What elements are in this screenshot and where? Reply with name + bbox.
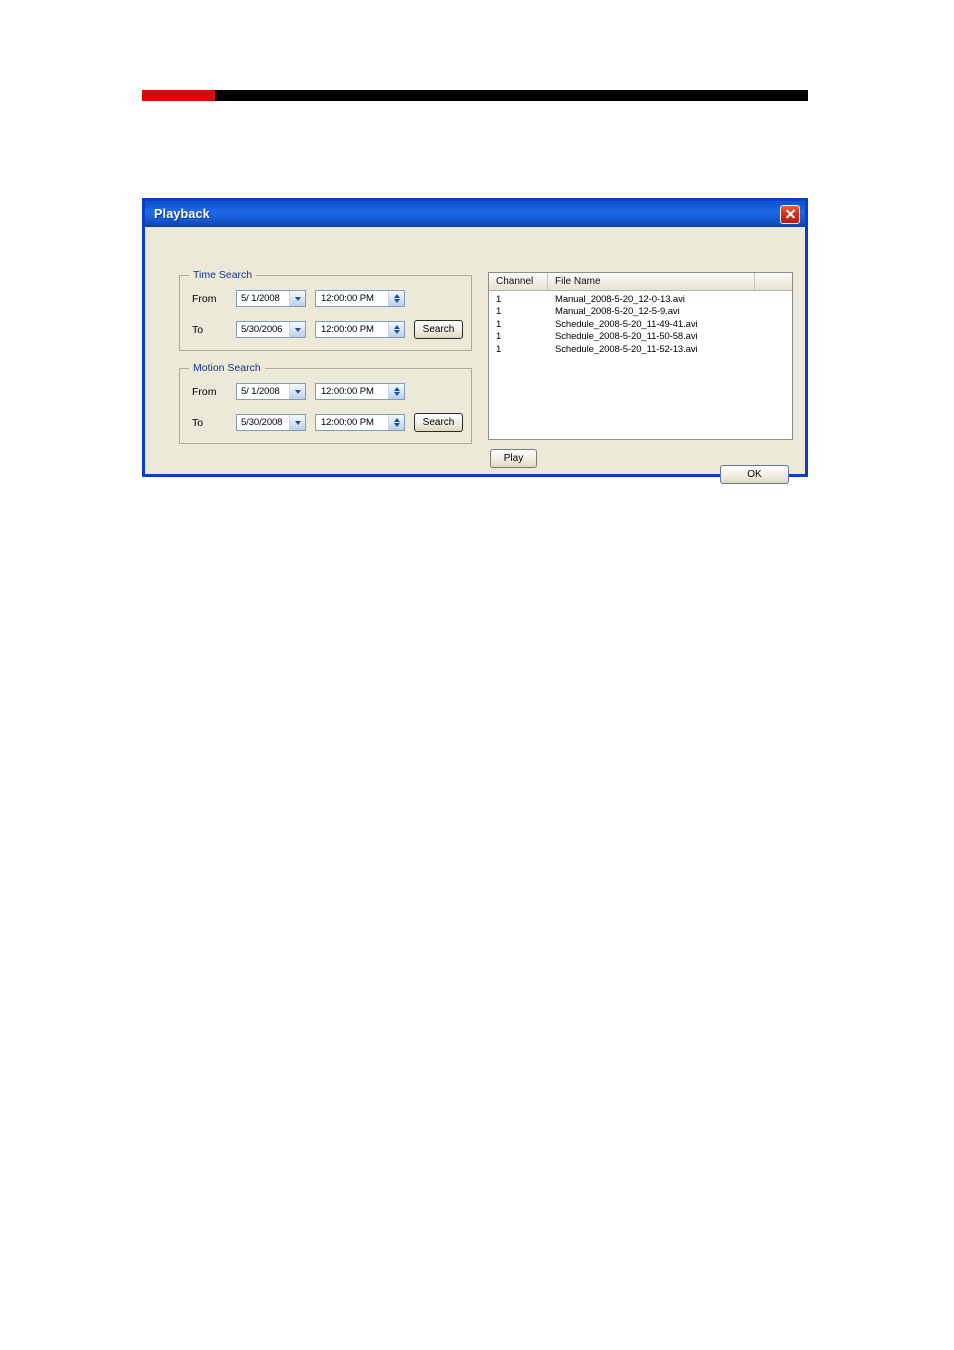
time-search-from-date-combo[interactable]: 5/ 1/2008: [236, 290, 306, 307]
time-search-from-date-value: 5/ 1/2008: [241, 293, 280, 304]
cell-filename: Manual_2008-5-20_12-5-9.avi: [555, 306, 680, 318]
cell-filename: Schedule_2008-5-20_11-52-13.avi: [555, 343, 698, 355]
ok-button[interactable]: OK: [720, 465, 789, 484]
playback-dialog: Playback Time Search From 5/ 1/2008 12:0…: [142, 198, 808, 484]
time-search-to-label: To: [192, 323, 204, 336]
motion-search-from-row: From 5/ 1/2008 12:00:00 PM: [192, 383, 414, 400]
spinner-up-down-icon[interactable]: [388, 291, 404, 306]
file-list-header: Channel File Name: [489, 273, 792, 291]
motion-search-to-label: To: [192, 416, 204, 429]
table-row[interactable]: 1 Schedule_2008-5-20_11-52-13.avi: [489, 343, 792, 356]
motion-search-from-label: From: [192, 385, 217, 398]
spinner-up-down-icon[interactable]: [388, 322, 404, 337]
motion-search-to-date-combo[interactable]: 5/30/2008: [236, 414, 306, 431]
table-row[interactable]: 1 Manual_2008-5-20_12-0-13.avi: [489, 293, 792, 306]
motion-search-from-date-value: 5/ 1/2008: [241, 386, 280, 397]
motion-search-to-row: To 5/30/2008 12:00:00 PM Search: [192, 413, 463, 432]
cell-channel: 1: [496, 318, 502, 330]
motion-search-to-time-value: 12:00:00 PM: [321, 417, 374, 428]
time-search-from-time-value: 12:00:00 PM: [321, 293, 374, 304]
spinner-up-down-icon[interactable]: [388, 415, 404, 430]
header-rule-bar-segment: [215, 90, 808, 101]
cell-channel: 1: [496, 306, 502, 318]
motion-search-group: Motion Search From 5/ 1/2008 12:00:00 PM…: [179, 362, 472, 444]
motion-search-to-time-field[interactable]: 12:00:00 PM: [315, 414, 405, 431]
cell-channel: 1: [496, 343, 502, 355]
spinner-up-down-icon[interactable]: [388, 384, 404, 399]
cell-channel: 1: [496, 331, 502, 343]
column-header-extra[interactable]: [755, 273, 792, 290]
motion-search-from-date-combo[interactable]: 5/ 1/2008: [236, 383, 306, 400]
cell-channel: 1: [496, 293, 502, 305]
cell-filename: Schedule_2008-5-20_11-49-41.avi: [555, 318, 698, 330]
motion-search-from-time-value: 12:00:00 PM: [321, 386, 374, 397]
chevron-down-icon[interactable]: [289, 291, 305, 306]
motion-search-group-label: Motion Search: [189, 362, 265, 374]
time-search-group: Time Search From 5/ 1/2008 12:00:00 PM T…: [179, 269, 472, 351]
motion-search-button[interactable]: Search: [414, 413, 463, 432]
column-header-channel[interactable]: Channel: [489, 273, 548, 290]
dialog-body: Time Search From 5/ 1/2008 12:00:00 PM T…: [145, 227, 805, 484]
table-row[interactable]: 1 Schedule_2008-5-20_11-49-41.avi: [489, 318, 792, 331]
chevron-down-icon[interactable]: [289, 384, 305, 399]
header-rule-accent-segment: [142, 90, 215, 101]
time-search-to-time-field[interactable]: 12:00:00 PM: [315, 321, 405, 338]
page-header-rule: [142, 90, 808, 101]
cell-filename: Schedule_2008-5-20_11-50-58.avi: [555, 331, 698, 343]
column-header-filename[interactable]: File Name: [548, 273, 755, 290]
motion-search-from-time-field[interactable]: 12:00:00 PM: [315, 383, 405, 400]
time-search-from-time-field[interactable]: 12:00:00 PM: [315, 290, 405, 307]
file-list[interactable]: Channel File Name 1 Manual_2008-5-20_12-…: [488, 272, 793, 440]
time-search-from-row: From 5/ 1/2008 12:00:00 PM: [192, 290, 414, 307]
chevron-down-icon[interactable]: [289, 415, 305, 430]
time-search-to-row: To 5/30/2006 12:00:00 PM Search: [192, 320, 463, 339]
cell-filename: Manual_2008-5-20_12-0-13.avi: [555, 293, 685, 305]
table-row[interactable]: 1 Manual_2008-5-20_12-5-9.avi: [489, 306, 792, 319]
time-search-to-date-combo[interactable]: 5/30/2006: [236, 321, 306, 338]
play-button[interactable]: Play: [490, 449, 537, 468]
close-icon[interactable]: [780, 204, 800, 224]
time-search-to-date-value: 5/30/2006: [241, 324, 283, 335]
motion-search-to-date-value: 5/30/2008: [241, 417, 283, 428]
dialog-titlebar: Playback: [145, 201, 805, 227]
time-search-button[interactable]: Search: [414, 320, 463, 339]
chevron-down-icon[interactable]: [289, 322, 305, 337]
dialog-title: Playback: [154, 207, 210, 221]
table-row[interactable]: 1 Schedule_2008-5-20_11-50-58.avi: [489, 331, 792, 344]
file-list-rows: 1 Manual_2008-5-20_12-0-13.avi 1 Manual_…: [489, 291, 792, 356]
time-search-from-label: From: [192, 292, 217, 305]
time-search-to-time-value: 12:00:00 PM: [321, 324, 374, 335]
time-search-group-label: Time Search: [189, 269, 257, 281]
